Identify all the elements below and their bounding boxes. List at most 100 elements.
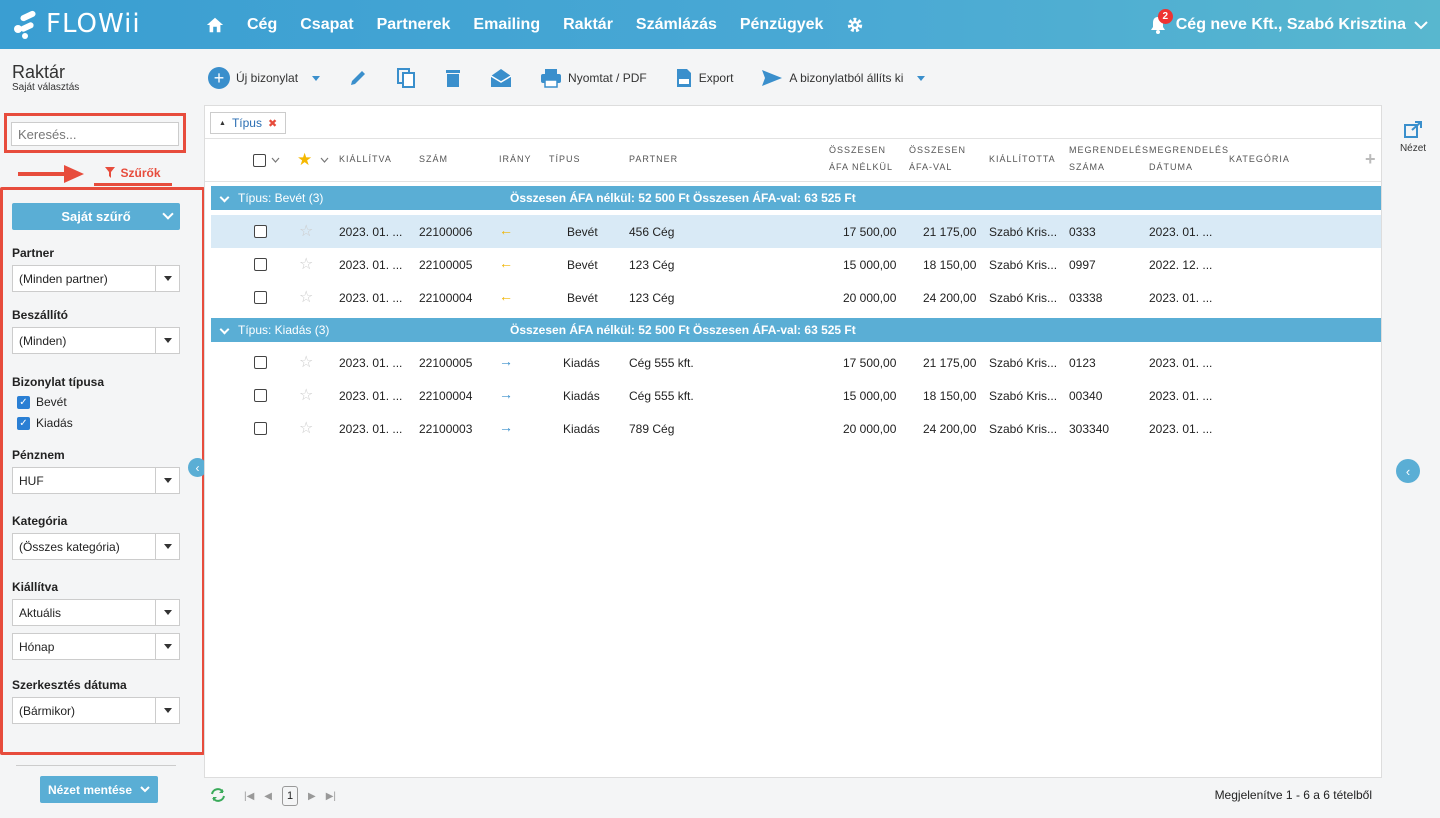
new-document-button[interactable]: + Új bizonylat <box>208 67 321 89</box>
cell-type: Kiadás <box>563 356 600 370</box>
dropdown-arrow-icon[interactable] <box>155 634 179 659</box>
star-filled-icon[interactable]: ★ <box>297 150 312 170</box>
doctype-expense-checkbox[interactable]: ✓ Kiadás <box>17 416 73 430</box>
first-page-icon[interactable]: |◀ <box>244 791 254 802</box>
chevron-down-icon[interactable] <box>1414 20 1428 30</box>
table-row[interactable]: ☆ 2023. 01. ... 22100005 ← Bevét 123 Cég… <box>211 248 1381 281</box>
prev-page-icon[interactable]: ◀ <box>264 791 272 802</box>
dropdown-arrow-icon[interactable] <box>155 698 179 723</box>
own-filter-button[interactable]: Saját szűrő <box>12 203 180 230</box>
table-row[interactable]: ☆ 2023. 01. ... 22100005 → Kiadás Cég 55… <box>211 346 1381 379</box>
col-order-number[interactable]: MEGRENDELÉS SZÁMA <box>1069 142 1149 176</box>
remove-group-icon[interactable]: ✖ <box>268 117 277 130</box>
supplier-select[interactable]: (Minden) <box>12 327 180 354</box>
select-all-checkbox[interactable] <box>253 154 266 167</box>
checkmark-icon[interactable]: ✓ <box>17 416 30 430</box>
row-checkbox[interactable] <box>254 291 267 304</box>
col-issued[interactable]: KIÁLLÍTVA <box>339 151 392 168</box>
next-page-icon[interactable]: ▶ <box>308 791 316 802</box>
table-row[interactable]: ☆ 2023. 01. ... 22100004 ← Bevét 123 Cég… <box>211 281 1381 314</box>
table-row[interactable]: ☆ 2023. 01. ... 22100003 → Kiadás 789 Cé… <box>211 412 1381 445</box>
dropdown-arrow-icon[interactable] <box>155 534 179 559</box>
view-button[interactable]: Nézet <box>1396 120 1430 154</box>
row-checkbox[interactable] <box>254 258 267 271</box>
dropdown-arrow-icon[interactable] <box>155 328 179 353</box>
caret-down-icon[interactable] <box>312 75 321 81</box>
search-input[interactable] <box>11 122 179 146</box>
nav-item-ceg[interactable]: Cég <box>247 16 277 34</box>
issued-unit-select[interactable]: Hónap <box>12 633 180 660</box>
nav-item-raktar[interactable]: Raktár <box>563 16 613 34</box>
table-row[interactable]: ☆ 2023. 01. ... 22100004 → Kiadás Cég 55… <box>211 379 1381 412</box>
issue-from-document-button[interactable]: A bizonylatból állíts ki <box>761 68 926 88</box>
row-checkbox[interactable] <box>254 225 267 238</box>
user-area[interactable]: 2 Cég neve Kft., Szabó Krisztina <box>1150 0 1428 49</box>
last-page-icon[interactable]: ▶| <box>326 791 336 802</box>
dropdown-arrow-icon[interactable] <box>155 468 179 493</box>
col-partner[interactable]: PARTNER <box>629 151 678 168</box>
col-order-date[interactable]: MEGRENDELÉS DÁTUMA <box>1149 142 1229 176</box>
export-button[interactable]: Export <box>675 68 733 88</box>
currency-select[interactable]: HUF <box>12 467 180 494</box>
save-view-button[interactable]: Nézet mentése <box>40 776 158 803</box>
checkmark-icon[interactable]: ✓ <box>17 395 30 409</box>
delete-button[interactable] <box>444 68 462 88</box>
refresh-icon[interactable] <box>210 788 226 802</box>
col-number[interactable]: SZÁM <box>419 151 448 168</box>
gear-icon[interactable] <box>846 16 864 34</box>
cell-issuer: Szabó Kris... <box>989 356 1058 370</box>
edit-button[interactable] <box>348 68 368 88</box>
group-by-tag[interactable]: ▲ Típus ✖ <box>210 112 287 134</box>
partner-select[interactable]: (Minden partner) <box>12 265 180 292</box>
doctype-income-checkbox[interactable]: ✓ Bevét <box>17 395 67 409</box>
print-pdf-button[interactable]: Nyomtat / PDF <box>540 68 647 88</box>
group-header-income[interactable]: Típus: Bevét (3) Összesen ÁFA nélkül: 52… <box>211 186 1381 210</box>
col-gross-total[interactable]: ÖSSZESEN ÁFA-VAL <box>909 142 966 176</box>
nav-item-partnerek[interactable]: Partnerek <box>377 16 451 34</box>
bell-icon[interactable]: 2 <box>1150 8 1173 34</box>
nav-item-szamlazas[interactable]: Számlázás <box>636 16 717 34</box>
col-net-total[interactable]: ÖSSZESEN ÁFA NÉLKÜL <box>829 142 893 176</box>
nav-item-penzugyek[interactable]: Pénzügyek <box>740 16 824 34</box>
chevron-down-icon[interactable] <box>320 157 329 163</box>
home-icon[interactable] <box>206 16 224 34</box>
row-checkbox[interactable] <box>254 356 267 369</box>
col-issuer[interactable]: KIÁLLÍTOTTA <box>989 151 1056 168</box>
nav-item-csapat[interactable]: Csapat <box>300 16 353 34</box>
star-icon[interactable]: ☆ <box>299 352 313 372</box>
star-icon[interactable]: ☆ <box>299 287 313 307</box>
star-icon[interactable]: ☆ <box>299 385 313 405</box>
chevron-down-icon[interactable] <box>219 192 230 203</box>
star-icon[interactable]: ☆ <box>299 254 313 274</box>
filters-tab[interactable]: Szűrők <box>94 162 172 186</box>
user-name[interactable]: Cég neve Kft., Szabó Krisztina <box>1176 16 1406 34</box>
col-direction[interactable]: IRÁNY <box>499 151 532 168</box>
copy-button[interactable] <box>396 67 416 89</box>
email-button[interactable] <box>490 68 512 88</box>
chevron-down-icon[interactable] <box>219 324 230 335</box>
add-column-icon[interactable]: + <box>1365 149 1376 170</box>
col-type[interactable]: TÍPUS <box>549 151 581 168</box>
category-select[interactable]: (Összes kategória) <box>12 533 180 560</box>
dropdown-arrow-icon[interactable] <box>155 266 179 291</box>
chevron-down-icon[interactable] <box>271 157 280 163</box>
filters-tab-label: Szűrők <box>120 165 161 180</box>
edited-date-select[interactable]: (Bármikor) <box>12 697 180 724</box>
star-icon[interactable]: ☆ <box>299 221 313 241</box>
star-icon[interactable]: ☆ <box>299 418 313 438</box>
table-row[interactable]: ☆ 2023. 01. ... 22100006 ← Bevét 456 Cég… <box>211 215 1381 248</box>
cell-gross: 24 200,00 <box>923 422 977 436</box>
page-number[interactable]: 1 <box>282 786 298 806</box>
nav-item-emailing[interactable]: Emailing <box>473 16 540 34</box>
dropdown-arrow-icon[interactable] <box>155 600 179 625</box>
row-checkbox[interactable] <box>254 422 267 435</box>
col-category[interactable]: KATEGÓRIA <box>1229 151 1290 168</box>
group-header-expense[interactable]: Típus: Kiadás (3) Összesen ÁFA nélkül: 5… <box>211 318 1381 342</box>
category-label: Kategória <box>12 514 68 528</box>
collapse-right-panel-icon[interactable]: ‹ <box>1396 459 1420 483</box>
caret-down-icon[interactable] <box>917 75 926 81</box>
issued-period-select[interactable]: Aktuális <box>12 599 180 626</box>
row-checkbox[interactable] <box>254 389 267 402</box>
flowii-logo[interactable]: FLOWii <box>12 8 141 40</box>
cell-number: 22100005 <box>419 258 473 272</box>
